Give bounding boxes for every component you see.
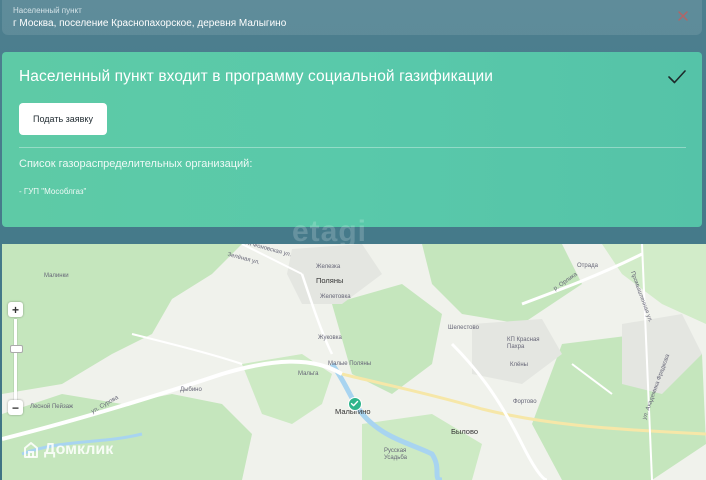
map-label: Малые Поляны [328,361,372,367]
map-label: Лесной Пейзаж [30,404,74,410]
apply-button[interactable]: Подать заявку [19,103,107,135]
map-label: Фортово [513,399,537,405]
location-marker[interactable] [348,397,362,411]
map-label: Желетовка [320,294,351,300]
clear-icon[interactable] [678,11,688,21]
map-label: Клёны [510,362,528,368]
map-label: Русская Усадьба [384,448,408,461]
zoom-slider[interactable] [14,319,17,405]
map-label: Дыбино [180,387,202,393]
card-title: Населенный пункт входит в программу соци… [19,68,494,85]
zoom-slider-handle[interactable] [10,345,23,353]
map-label: Шелестово [448,325,479,331]
map-label: Поляны [316,276,344,285]
map-label: КП Красная Пахра [507,337,540,350]
map-label: Железка [316,264,341,270]
check-icon [668,70,686,84]
map-label: Жуковка [318,335,342,341]
brand-logo: Домклик [22,441,113,459]
map-label: Отрада [577,263,598,269]
gasification-card: Населенный пункт входит в программу соци… [2,52,702,227]
zoom-in-button[interactable]: + [8,302,23,317]
divider [19,147,686,148]
map-label: Мальга [298,371,319,377]
marker-check-icon [350,400,359,407]
address-field-label: Населенный пункт [13,6,82,15]
orgs-title: Список газораспределительных организаций… [19,158,253,170]
brand-name: Домклик [44,441,114,458]
org-item: - ГУП "Мособлгаз" [19,187,87,196]
address-field-value[interactable]: г Москва, поселение Краснопахорское, дер… [13,18,286,29]
zoom-out-button[interactable]: − [8,400,23,415]
map-label: Малинки [44,273,69,279]
address-field[interactable]: Населенный пункт г Москва, поселение Кра… [2,0,702,35]
domclick-logo-icon [24,442,38,458]
map-label: Былово [451,427,479,436]
